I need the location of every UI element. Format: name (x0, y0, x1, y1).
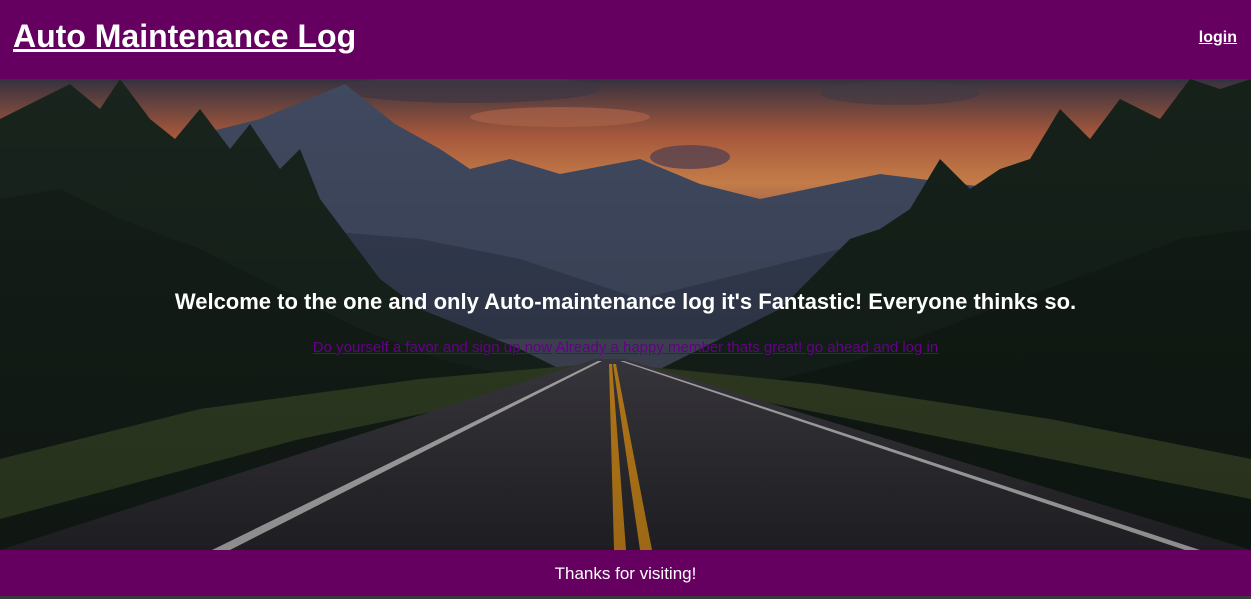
footer-bar: Thanks for visiting! (0, 550, 1251, 596)
page: Auto Maintenance Log login Welcome to th… (0, 0, 1251, 599)
hero-section: Welcome to the one and only Auto-mainten… (0, 79, 1251, 550)
login-prompt-link[interactable]: Already a happy member thats great! go a… (555, 339, 938, 356)
site-title-link[interactable]: Auto Maintenance Log (13, 18, 356, 55)
signup-link[interactable]: Do yourself a favor and sign up now (313, 339, 552, 356)
welcome-headline: Welcome to the one and only Auto-mainten… (174, 289, 1077, 314)
login-link[interactable]: login (1199, 29, 1237, 47)
hero-links: Do yourself a favor and sign up now Alre… (0, 339, 1251, 356)
header-bar: Auto Maintenance Log login (0, 0, 1251, 79)
footer-text: Thanks for visiting! (554, 564, 697, 583)
